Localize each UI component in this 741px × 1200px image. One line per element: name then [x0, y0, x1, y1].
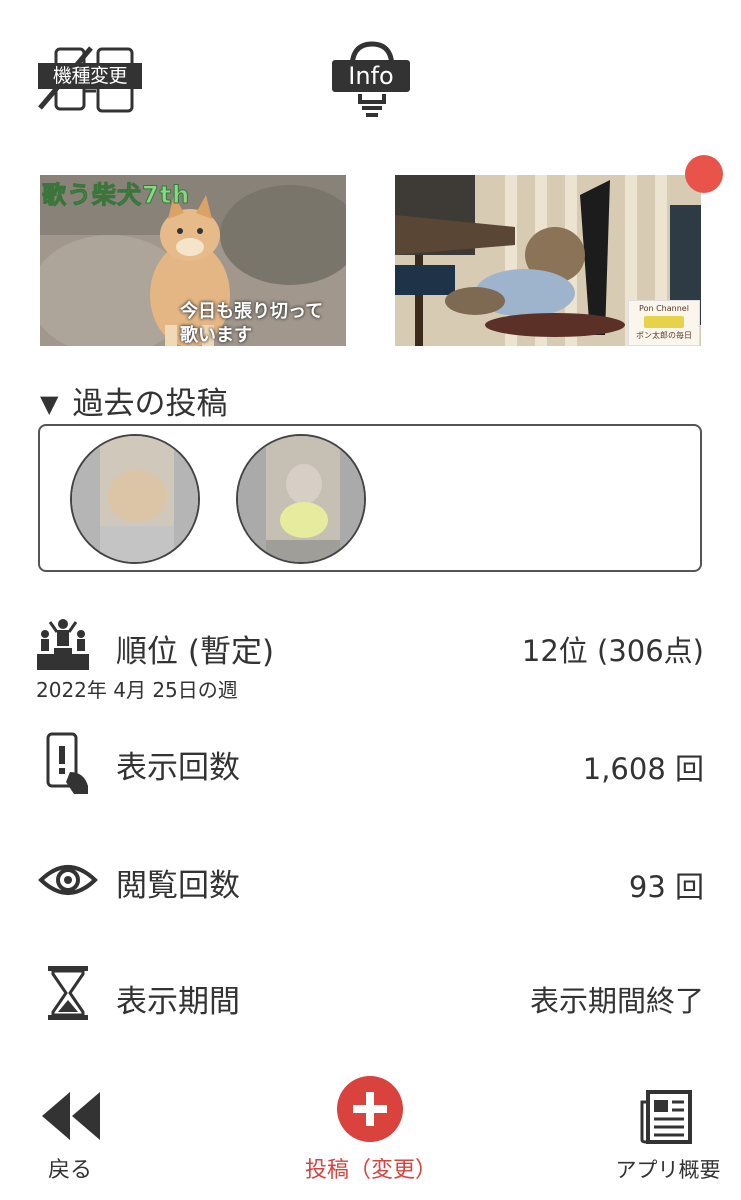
- podium-icon: [37, 619, 89, 670]
- view-count-row: 閲覧回数 93 回: [36, 850, 704, 910]
- display-period-row: 表示期間 表示期間終了: [36, 964, 704, 1024]
- past-posts-list: [38, 424, 702, 572]
- display-period-label: 表示期間: [116, 984, 240, 1020]
- display-count-value: 1,608 回: [582, 752, 704, 786]
- newspaper-icon: [640, 1090, 692, 1144]
- eye-icon: [38, 865, 98, 895]
- view-count-value: 93 回: [628, 870, 704, 904]
- display-count-row: 表示回数 1,608 回: [36, 732, 704, 794]
- rank-label: 順位 (暫定): [116, 634, 275, 670]
- current-post-thumbnail[interactable]: 歌う柴犬7th 今日も張り切って 歌います: [40, 175, 346, 346]
- past-post-item[interactable]: [236, 434, 366, 564]
- channel-badge: Pon Channel ポン太郎の毎日: [628, 300, 700, 346]
- post-change-button[interactable]: 投稿（変更）: [300, 1076, 442, 1186]
- thumbnail-caption-1: 今日も張り切って: [180, 301, 324, 322]
- rewind-icon: [42, 1092, 100, 1140]
- rank-week: 2022年 4月 25日の週: [36, 678, 238, 702]
- back-button[interactable]: 戻る: [30, 1088, 120, 1183]
- past-post-item[interactable]: [70, 434, 200, 564]
- display-period-value: 表示期間終了: [529, 984, 704, 1018]
- channel-badge-line-2: ポン太郎の毎日: [636, 331, 692, 340]
- notification-dot: [685, 155, 723, 193]
- past-posts-toggle[interactable]: ▼ 過去の投稿: [40, 378, 227, 423]
- device-switch-label: 機種変更: [38, 63, 142, 89]
- info-button[interactable]: Info: [330, 40, 414, 122]
- rank-value: 12位 (306点): [521, 634, 704, 668]
- app-overview-label: アプリ概要: [615, 1158, 721, 1182]
- thumbnail-caption-2: 歌います: [180, 325, 252, 346]
- rank-row: 順位 (暫定) 12位 (306点): [36, 616, 704, 676]
- device-switch-button[interactable]: 機種変更: [36, 46, 146, 116]
- phone-alert-icon: [46, 732, 88, 794]
- post-change-label: 投稿（変更）: [304, 1158, 437, 1183]
- display-count-label: 表示回数: [116, 750, 240, 786]
- plus-icon: [337, 1076, 403, 1142]
- app-overview-button[interactable]: アプリ概要: [608, 1088, 728, 1183]
- info-label: Info: [332, 60, 410, 92]
- past-post-thumbnail: [238, 436, 364, 562]
- past-post-thumbnail: [72, 436, 198, 562]
- past-posts-title: 過去の投稿: [72, 386, 228, 422]
- view-count-label: 閲覧回数: [116, 868, 240, 904]
- badge-logo: [644, 316, 684, 328]
- hourglass-icon: [48, 966, 88, 1020]
- channel-badge-line-1: Pon Channel: [639, 304, 689, 313]
- triangle-down-icon: ▼: [40, 390, 59, 418]
- thumbnail-title: 歌う柴犬7th: [41, 181, 191, 210]
- back-label: 戻る: [48, 1158, 93, 1183]
